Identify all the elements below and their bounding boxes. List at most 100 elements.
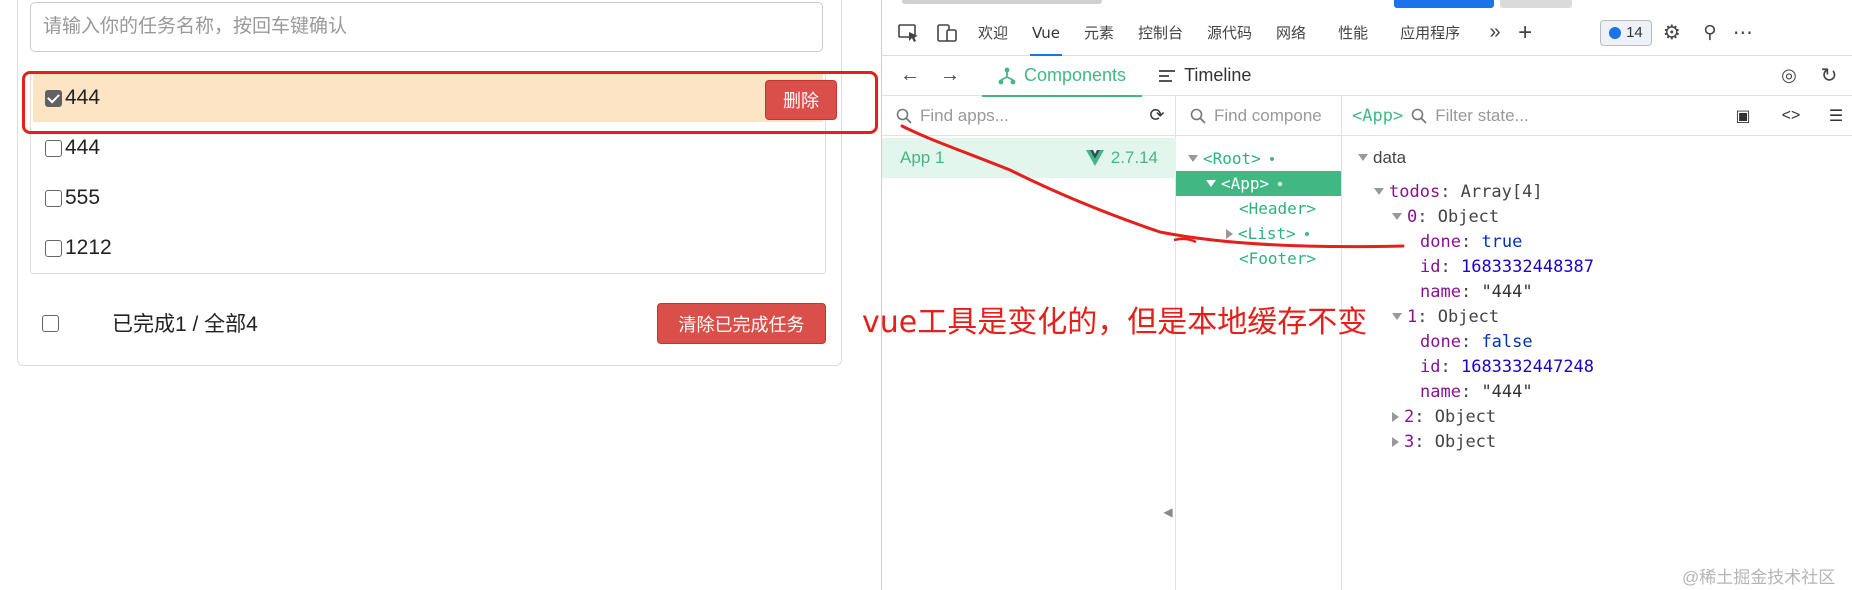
find-component-row[interactable]: Find compone xyxy=(1176,96,1341,136)
find-apps-row[interactable]: Find apps... ⟳ xyxy=(882,96,1175,136)
search-icon xyxy=(1411,108,1427,124)
expand-caret-icon xyxy=(1392,313,1402,320)
screenshot-icon[interactable]: ▣ xyxy=(1723,106,1763,126)
state-value: true xyxy=(1481,231,1523,252)
tab-performance[interactable]: 性能 xyxy=(1326,10,1380,56)
state-value: 1683332448387 xyxy=(1460,256,1595,277)
filter-state-row[interactable]: <App> Filter state... ▣ <> ☰ xyxy=(1342,96,1852,136)
node-dot xyxy=(1278,181,1283,186)
state-value: Object xyxy=(1437,306,1500,327)
tree-node-header[interactable]: <Header> xyxy=(1176,196,1341,221)
code-icon[interactable]: <> xyxy=(1771,107,1811,125)
state-key: 0 xyxy=(1407,206,1418,227)
refresh-apps-icon[interactable]: ⟳ xyxy=(1139,105,1175,126)
tab-welcome[interactable]: 欢迎 xyxy=(966,10,1020,56)
customize-icon[interactable]: ⚲ xyxy=(1692,22,1728,43)
collapse-panel-icon[interactable]: ◀ xyxy=(1162,500,1174,524)
todo-item[interactable]: 1212 xyxy=(33,224,823,272)
tab-console[interactable]: 控制台 xyxy=(1126,10,1195,56)
devtools-tabbar: 欢迎 Vue 元素 控制台 源代码 网络 性能 应用程序 » + 14 ⚙ ⚲ … xyxy=(882,10,1852,56)
refresh-icon[interactable]: ↻ xyxy=(1809,63,1849,88)
tab-components[interactable]: Components xyxy=(982,56,1143,97)
state-row-todos[interactable]: todos: Array[4] xyxy=(1374,179,1543,204)
collapsed-caret-icon xyxy=(1392,436,1399,447)
find-component-placeholder: Find compone xyxy=(1214,105,1322,125)
todo-item-label: 555 xyxy=(65,186,101,209)
issues-count: 14 xyxy=(1626,24,1643,41)
forward-arrow-icon[interactable]: → xyxy=(930,64,970,87)
back-arrow-icon[interactable]: ← xyxy=(890,64,930,87)
state-row-item-0[interactable]: 0: Object xyxy=(1392,204,1499,229)
tree-node-app[interactable]: <App> xyxy=(1176,171,1341,196)
menu-icon[interactable]: ☰ xyxy=(1819,106,1852,126)
state-section-data[interactable]: data xyxy=(1358,145,1406,170)
search-icon xyxy=(896,108,912,124)
state-row-item-2[interactable]: 2: Object xyxy=(1392,404,1496,429)
expand-caret-icon xyxy=(1188,155,1198,162)
gear-icon[interactable]: ⚙ xyxy=(1652,20,1692,45)
todo-item-label: 444 xyxy=(65,136,101,159)
state-row-name-1[interactable]: name: "444" xyxy=(1420,379,1533,404)
state-value: Array[4] xyxy=(1460,181,1543,202)
check-all-checkbox[interactable] xyxy=(42,314,59,332)
browser-strip-button[interactable] xyxy=(1500,0,1572,8)
state-key: id xyxy=(1420,256,1441,277)
tree-node-list[interactable]: <List> xyxy=(1176,221,1341,246)
vue-toolbar: ← → Components Timeline ◎ ↻ xyxy=(882,56,1852,97)
state-value: Object xyxy=(1434,406,1497,427)
collapsed-caret-icon xyxy=(1392,411,1399,422)
issues-badge[interactable]: 14 xyxy=(1600,19,1652,46)
tree-node-label: <Root> xyxy=(1203,149,1261,168)
browser-strip-text xyxy=(902,0,1102,4)
state-row-id-1[interactable]: id: 1683332447248 xyxy=(1420,354,1594,379)
find-apps-placeholder: Find apps... xyxy=(920,105,1009,125)
state-key: id xyxy=(1420,356,1441,377)
tree-node-label: <Footer> xyxy=(1239,249,1317,268)
todo-item[interactable]: 555 xyxy=(33,174,823,222)
screenshot-root: 444 删除 444 555 1212 已完成1 / 全部4 清除已完成任务 xyxy=(0,0,1852,590)
more-options-icon[interactable]: ⋯ xyxy=(1728,20,1758,45)
state-key: 2 xyxy=(1404,406,1415,427)
tree-node-root[interactable]: <Root> xyxy=(1176,146,1341,171)
state-row-name-0[interactable]: name: "444" xyxy=(1420,279,1533,304)
state-inspector-column: <App> Filter state... ▣ <> ☰ data todos:… xyxy=(1342,96,1852,590)
expand-caret-icon xyxy=(1392,213,1402,220)
todo-checkbox[interactable] xyxy=(45,189,62,207)
node-dot xyxy=(1304,231,1309,236)
state-row-id-0[interactable]: id: 1683332448387 xyxy=(1420,254,1594,279)
tab-elements[interactable]: 元素 xyxy=(1072,10,1126,56)
state-key: 1 xyxy=(1407,306,1418,327)
state-key: 3 xyxy=(1404,431,1415,452)
tab-sources[interactable]: 源代码 xyxy=(1195,10,1264,56)
add-tab-icon[interactable]: + xyxy=(1510,19,1540,47)
tree-node-footer[interactable]: <Footer> xyxy=(1176,246,1341,271)
state-row-item-1[interactable]: 1: Object xyxy=(1392,304,1499,329)
tab-network[interactable]: 网络 xyxy=(1264,10,1318,56)
tab-application[interactable]: 应用程序 xyxy=(1388,10,1472,56)
task-name-input[interactable] xyxy=(30,2,823,52)
tab-vue[interactable]: Vue xyxy=(1020,10,1072,56)
target-icon[interactable]: ◎ xyxy=(1769,65,1809,86)
browser-strip-button[interactable] xyxy=(1394,0,1494,8)
expand-caret-icon xyxy=(1206,180,1216,187)
state-row-item-3[interactable]: 3: Object xyxy=(1392,429,1496,454)
state-value: 1683332447248 xyxy=(1460,356,1595,377)
more-tabs-icon[interactable]: » xyxy=(1480,21,1510,44)
highlight-box-todo-row xyxy=(22,71,878,134)
state-row-done-1[interactable]: done: false xyxy=(1420,329,1533,354)
state-value: "444" xyxy=(1481,281,1533,302)
browser-strip xyxy=(882,0,1852,8)
vue-logo-icon xyxy=(1085,150,1104,166)
todo-checkbox[interactable] xyxy=(45,139,62,157)
app-version: 2.7.14 xyxy=(1110,148,1158,167)
todo-checkbox[interactable] xyxy=(45,239,62,257)
app-list-item[interactable]: App 1 2.7.14 xyxy=(882,138,1176,178)
state-row-done-0[interactable]: done: true xyxy=(1420,229,1522,254)
tab-timeline[interactable]: Timeline xyxy=(1142,56,1267,96)
state-value: Object xyxy=(1434,431,1497,452)
device-toggle-icon[interactable] xyxy=(928,23,966,43)
clear-completed-button[interactable]: 清除已完成任务 xyxy=(657,303,826,344)
inspect-icon[interactable] xyxy=(890,23,928,43)
selected-component-label: <App> xyxy=(1352,105,1404,126)
state-section-label: data xyxy=(1373,147,1407,167)
